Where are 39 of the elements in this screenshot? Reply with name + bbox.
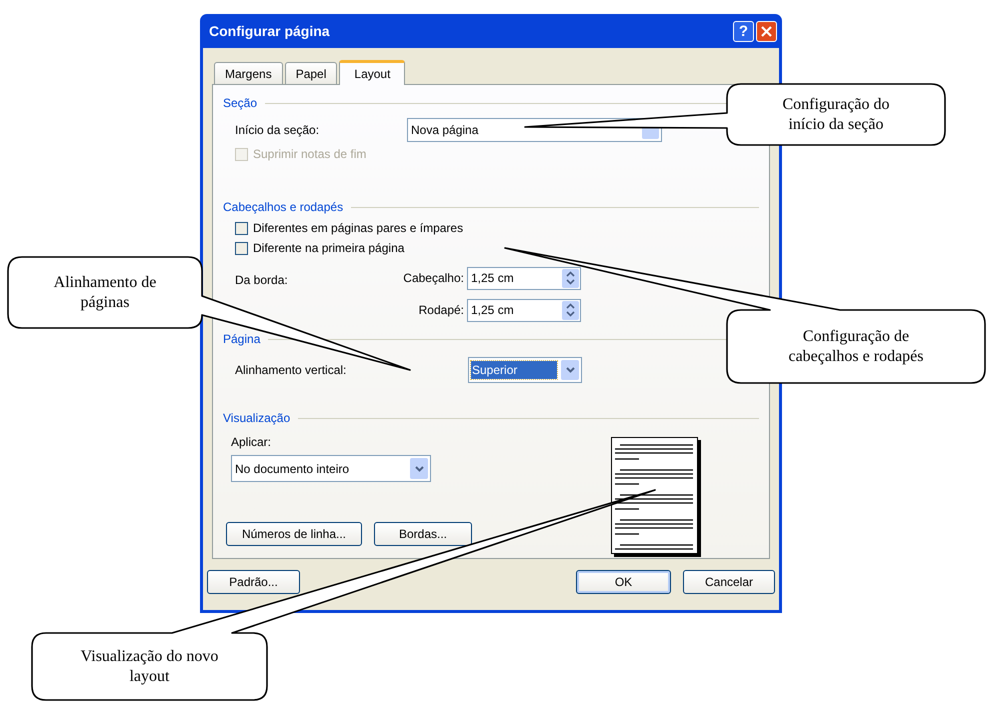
window-title: Configurar página [209,22,331,41]
group-heading: Cabeçalhos e rodapés [223,199,344,216]
checkbox-label: Diferentes em páginas pares e ímpares [253,220,464,237]
dialog-button[interactable]: Padrão... [207,570,300,594]
callout-text: Visualização do novo layout [80,646,218,686]
checkbox[interactable] [235,222,248,234]
close-icon [761,26,772,36]
tab[interactable]: Layout [339,60,406,85]
close-button[interactable] [756,20,777,42]
field-label: Da borda: [235,272,289,289]
spin-field[interactable]: 1,25 cm [467,266,581,290]
spin-field[interactable]: 1,25 cm [467,298,581,322]
checkbox[interactable] [235,242,248,254]
group-heading: Página [223,331,260,348]
field-label: Alinhamento vertical: [235,362,348,378]
vertical-alignment-dropdown[interactable]: Superior [468,356,582,382]
help-button[interactable]: ? [733,20,754,42]
group-heading: Seção [223,95,258,112]
checkbox-label: Suprimir notas de fim [253,146,366,163]
dialog-button[interactable]: Bordas... [374,522,472,546]
callout-text: Configuração do início da seção [782,94,890,134]
field-label: Rodapé: [418,302,464,319]
checkbox-label: Diferente na primeira página [253,240,404,257]
dialog-button[interactable]: Números de linha... [226,522,362,546]
group-heading: Visualização [223,410,290,427]
spin-buttons-icon[interactable] [562,268,579,288]
field-label: Aplicar: [231,434,272,451]
spin-buttons-icon[interactable] [562,300,579,320]
field-label: Cabeçalho: [403,270,464,287]
dialog-button[interactable]: OK [576,570,671,594]
field-label: Início da seção: [235,122,320,139]
dialog-button[interactable]: Cancelar [683,570,775,594]
apply-to-dropdown[interactable]: No documento inteiro [231,455,431,482]
chevron-down-icon [414,466,424,472]
callout-text: Alinhamento de páginas [54,272,156,312]
callout-text: Configuração de cabeçalhos e rodapés [788,326,924,366]
tab[interactable]: Papel [284,62,338,84]
tab[interactable]: Margens [214,62,283,84]
chevron-down-icon [566,366,574,372]
